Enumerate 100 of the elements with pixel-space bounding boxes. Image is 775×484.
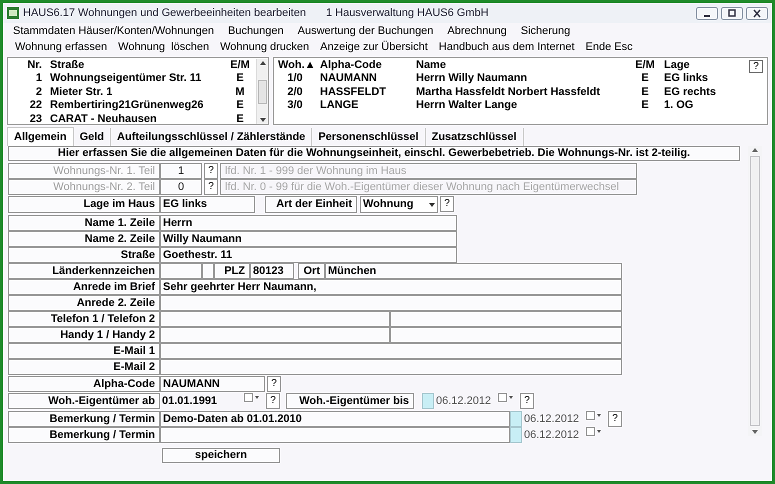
scroll-up-icon[interactable] — [752, 148, 758, 152]
input-field[interactable] — [160, 263, 202, 279]
field-label: Name 1. Zeile — [8, 215, 160, 231]
input-field[interactable] — [160, 359, 622, 375]
input-field[interactable] — [390, 311, 622, 327]
calendar-dropdown-icon[interactable] — [586, 411, 602, 420]
help-button[interactable]: ? — [749, 60, 763, 73]
help-button[interactable]: ? — [266, 393, 280, 409]
field-label: PLZ — [214, 263, 250, 279]
info-banner: Hier erfassen Sie die allgemeinen Daten für die Wohnungseinheit, einschl. Gewerbebetrieb. Die Wohnungs-Nr. ist 2-teilig. — [8, 146, 740, 161]
input-field[interactable]: EG links — [160, 196, 255, 213]
list-row[interactable]: 23 CARAT - Neuhausen E — [8, 112, 256, 124]
field-label: Straße — [8, 247, 160, 263]
help-button[interactable]: ? — [440, 196, 454, 212]
column-header[interactable]: E/M — [226, 59, 254, 72]
minimize-icon[interactable] — [696, 6, 718, 20]
table-cell-text: LANGE — [319, 99, 360, 112]
column-header[interactable]: Straße — [46, 59, 226, 72]
table-cell-text: Mieter Str. 1 — [49, 86, 114, 99]
date-field[interactable]: 06.12.2012 — [434, 393, 494, 409]
input-field[interactable] — [160, 311, 390, 327]
toolbar-button[interactable]: Ende Esc — [586, 39, 633, 55]
table-cell-text: 2 — [34, 86, 43, 99]
list-row[interactable]: 22 Rembertiring21Grünenweg26 E — [8, 99, 256, 112]
calendar-dropdown-icon[interactable] — [498, 393, 514, 402]
toolbar-button[interactable]: Wohnung löschen — [118, 39, 210, 55]
scroll-up-icon[interactable] — [260, 61, 266, 65]
table-cell-text: E — [235, 99, 245, 112]
help-button[interactable]: ? — [267, 376, 281, 392]
input-field[interactable] — [202, 263, 214, 279]
table-cell-text: CARAT - Neuhausen — [49, 112, 158, 124]
date-field[interactable]: 06.12.2012 — [522, 411, 582, 427]
input-field[interactable] — [160, 295, 622, 311]
table-cell-text: 1/0 — [286, 72, 304, 86]
menu-item[interactable]: Sicherung — [520, 23, 570, 39]
table-cell-text: Wohnungseigentümer Str. 11 — [49, 72, 202, 86]
menu-item[interactable]: Abrechnung — [447, 23, 507, 39]
date-field[interactable]: 06.12.2012 — [522, 427, 582, 443]
list-row[interactable]: 1/0 NAUMANN Herrn Willy Naumann E EG links — [274, 72, 749, 86]
toolbar-button[interactable]: Handbuch aus dem Internet — [438, 39, 575, 55]
scroll-thumb[interactable] — [750, 156, 760, 426]
table-cell-text: M — [234, 86, 246, 99]
date-field[interactable]: 01.01.1991 — [160, 393, 240, 409]
save-button[interactable]: speichern — [162, 448, 280, 463]
menu-item[interactable]: Auswertung der Buchungen — [298, 23, 434, 39]
calendar-dropdown-icon[interactable] — [244, 393, 260, 402]
field-label: Name 2. Zeile — [8, 231, 160, 247]
field-label: Anrede im Brief — [8, 279, 160, 295]
column-header[interactable]: Name — [412, 59, 630, 72]
unit-type-dropdown[interactable]: Wohnung — [360, 196, 438, 213]
input-field[interactable] — [160, 327, 390, 343]
input-field[interactable]: Goethestr. 11 — [160, 247, 457, 263]
calendar-dropdown-icon[interactable] — [586, 427, 602, 436]
help-button[interactable]: ? — [520, 393, 534, 409]
caret-icon — [429, 202, 435, 206]
field-label: Telefon 1 / Telefon 2 — [8, 311, 160, 327]
input-field[interactable]: Sehr geehrter Herr Naumann, — [160, 279, 622, 295]
column-header[interactable]: E/M — [630, 59, 660, 72]
input-field[interactable]: Herrn — [160, 215, 457, 231]
toolbar-button[interactable]: Wohnung erfassen — [15, 39, 108, 55]
input-field[interactable] — [390, 327, 622, 343]
input-field[interactable] — [160, 343, 622, 359]
input-field[interactable]: NAUMANN — [160, 376, 265, 392]
list-row[interactable]: 1 Wohnungseigentümer Str. 11 E — [8, 72, 256, 86]
input-field[interactable]: 80123 — [250, 263, 294, 279]
column-header[interactable]: Woh.▲ — [274, 59, 316, 72]
scroll-down-icon[interactable] — [752, 430, 758, 434]
list-row[interactable]: 2 Mieter Str. 1 M — [8, 86, 256, 99]
menu-item[interactable]: Stammdaten Häuser/Konten/Wohnungen — [13, 23, 214, 39]
table-cell-text: E — [640, 99, 650, 112]
maximize-icon[interactable] — [721, 6, 743, 20]
scrollbar[interactable] — [748, 146, 762, 436]
table-cell-text: 3/0 — [286, 99, 304, 112]
table-cell-text: 23 — [28, 112, 43, 124]
table-cell-text: Herrn Willy Naumann — [415, 72, 528, 86]
date-checkbox[interactable] — [510, 411, 522, 427]
menu-item[interactable]: Buchungen — [228, 23, 284, 39]
date-checkbox[interactable] — [422, 393, 434, 409]
toolbar-button[interactable]: Anzeige zur Übersicht — [320, 39, 428, 55]
table-cell-text: HASSFELDT — [319, 86, 387, 99]
toolbar-button[interactable]: Wohnung drucken — [220, 39, 310, 55]
input-field[interactable]: Demo-Daten ab 01.01.2010 — [160, 411, 510, 427]
scrollbar[interactable] — [256, 59, 268, 124]
help-button[interactable]: ? — [608, 411, 622, 427]
date-checkbox[interactable] — [510, 427, 522, 443]
list-row[interactable]: 3/0 LANGE Herrn Walter Lange E 1. OG — [274, 99, 749, 112]
input-field[interactable]: Willy Naumann — [160, 231, 457, 247]
input-field[interactable]: München — [325, 263, 622, 279]
field-label: Länderkennzeichen — [8, 263, 160, 279]
tab[interactable]: Allgemein — [7, 127, 74, 146]
scroll-thumb[interactable] — [258, 80, 267, 104]
list-row[interactable]: 2/0 HASSFELDT Martha Hassfeldt Norbert Hassfeldt E EG rechts — [274, 86, 749, 99]
table-cell-text: 1. OG — [663, 99, 694, 112]
input-field[interactable] — [160, 427, 510, 443]
close-icon[interactable] — [746, 6, 768, 20]
column-header[interactable]: Lage — [660, 59, 740, 72]
column-header[interactable]: Alpha-Code — [316, 59, 412, 72]
scroll-down-icon[interactable] — [260, 118, 266, 122]
column-header[interactable]: Nr. — [8, 59, 46, 72]
table-cell-text: Rembertiring21Grünenweg26 — [49, 99, 204, 112]
